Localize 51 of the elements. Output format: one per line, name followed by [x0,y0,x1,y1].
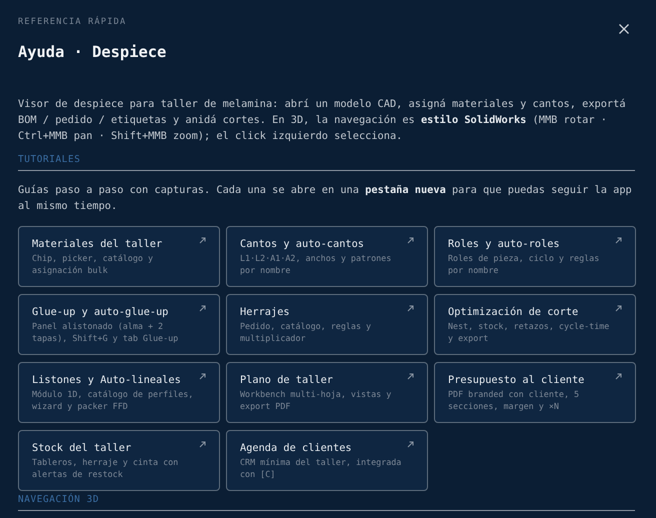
card-title: Cantos y auto-cantos [240,237,364,251]
external-link-icon [615,373,622,380]
tutorial-card[interactable]: Presupuesto al cliente PDF branded con cliente, 5 secciones, margen y ×N [434,362,636,423]
external-link-icon [615,237,622,244]
card-description: Tableros, herraje y cinta con alertas de restock [32,456,180,480]
external-link-icon [615,305,622,312]
external-link-icon [199,441,206,448]
card-title: Herrajes [240,305,290,319]
tutorial-card[interactable]: Stock del taller Tableros, herraje y cinta con alertas de restock [18,430,220,491]
card-description: CRM mínima del taller, integrada con [C] [240,456,402,480]
tutorial-card[interactable]: Materiales del taller Chip, picker, catálogo y asignación bulk [18,226,220,287]
tutorial-card[interactable]: Listones y Auto-lineales Módulo 1D, catálogo de perfiles, wizard y packer FFD [18,362,220,423]
card-title: Materiales del taller [32,237,162,251]
card-description: Roles de pieza, ciclo y reglas por nombre [448,252,600,276]
section-heading: TUTORIALES [18,154,635,171]
external-link-icon [199,237,206,244]
card-description: Módulo 1D, catálogo de perfiles, wizard y packer FFD [32,388,194,412]
section-description: Guías paso a paso con capturas. Cada una se abre en una pestaña nueva para que puedas seguir la app al mismo tiempo. [18,183,633,214]
card-title: Glue-up y auto-glue-up [32,305,168,319]
external-link-icon [199,373,206,380]
external-link-icon [407,237,414,244]
intro-paragraph: Visor de despiece para taller de melamina: abrí un modelo CAD, asigná materiales y cantos, exportá BOM / pedido / etiquetas y anidá cortes. En 3D, la navegación es estilo SolidWorks (MMB rotar · Ctrl+MMB pan · Shift+MMB zoom); el click izquierdo selecciona. [18,97,627,144]
tutorial-card[interactable]: Roles y auto-roles Roles de pieza, ciclo y reglas por nombre [434,226,636,287]
card-description: Panel alistonado (alma + 2 tapas), Shift+G y tab Glue-up [32,320,180,344]
external-link-icon [407,305,414,312]
tutorial-card[interactable]: Herrajes Pedido, catálogo, reglas y multiplicador [226,294,428,355]
card-title: Roles y auto-roles [448,237,560,251]
tutorial-card[interactable]: Glue-up y auto-glue-up Panel alistonado (alma + 2 tapas), Shift+G y tab Glue-up [18,294,220,355]
card-title: Listones y Auto-lineales [32,373,181,387]
card-description: PDF branded con cliente, 5 secciones, margen y ×N [448,388,580,412]
card-title: Presupuesto al cliente [448,373,584,387]
card-title: Optimización de corte [448,305,578,319]
card-title: Agenda de clientes [240,441,352,455]
external-link-icon [407,441,414,448]
tutorial-card[interactable]: Agenda de clientes CRM mínima del taller, integrada con [C] [226,430,428,491]
card-title: Plano de taller [240,373,333,387]
card-description: L1·L2·A1·A2, anchos y patrones por nombre [240,252,392,276]
card-title: Stock del taller [32,441,132,455]
card-description: Pedido, catálogo, reglas y multiplicador [240,320,372,344]
card-description: Workbench multi-hoja, vistas y export PDF [240,388,392,412]
external-link-icon [199,305,206,312]
external-link-icon [407,373,414,380]
panel-title: Ayuda · Despiece [18,42,168,62]
card-description: Chip, picker, catálogo y asignación bulk [32,252,154,276]
section-heading: NAVEGACIÓN 3D [18,494,635,511]
tutorial-card[interactable]: Cantos y auto-cantos L1·L2·A1·A2, anchos y patrones por nombre [226,226,428,287]
tutorial-card[interactable]: Optimización de corte Nest, stock, retazos, cycle-time y export [434,294,636,355]
close-button[interactable] [618,23,630,35]
tutorial-card[interactable]: Plano de taller Workbench multi-hoja, vistas y export PDF [226,362,428,423]
card-description: Nest, stock, retazos, cycle-time y export [448,320,610,344]
eyebrow-label: REFERENCIA RÁPIDA [18,16,128,28]
